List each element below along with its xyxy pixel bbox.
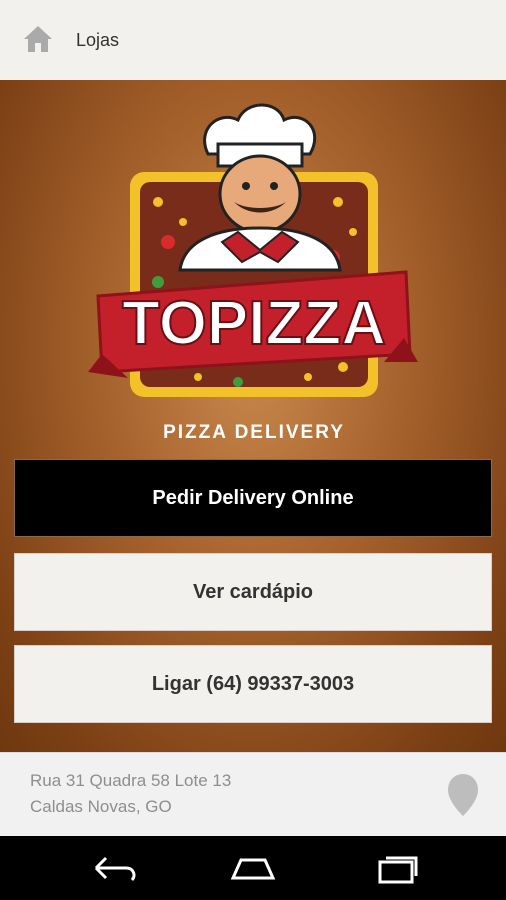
store-address[interactable]: Rua 31 Quadra 58 Lote 13 Caldas Novas, G… xyxy=(0,752,506,837)
order-delivery-online-button[interactable]: Pedir Delivery Online xyxy=(14,459,492,537)
home-icon[interactable] xyxy=(22,24,54,54)
back-icon[interactable] xyxy=(84,850,144,886)
recents-icon[interactable] xyxy=(364,850,424,886)
page-title: Lojas xyxy=(76,30,120,50)
address-city: Caldas Novas, GO xyxy=(30,797,172,816)
address-street: Rua 31 Quadra 58 Lote 13 xyxy=(30,771,232,790)
topizza-logo: TOPIZZA PIZZA DELIVERY xyxy=(88,103,418,443)
app-bar: Lojas xyxy=(0,0,506,81)
home-nav-icon[interactable] xyxy=(223,850,283,886)
call-phone-button[interactable]: Ligar (64) 99337-3003 xyxy=(14,645,492,723)
system-navigation-bar xyxy=(0,836,506,900)
brand-tagline: PIZZA DELIVERY xyxy=(163,422,345,443)
brand-name: TOPIZZA xyxy=(122,289,386,358)
view-menu-button[interactable]: Ver cardápio xyxy=(14,553,492,631)
map-pin-icon[interactable] xyxy=(446,773,480,817)
